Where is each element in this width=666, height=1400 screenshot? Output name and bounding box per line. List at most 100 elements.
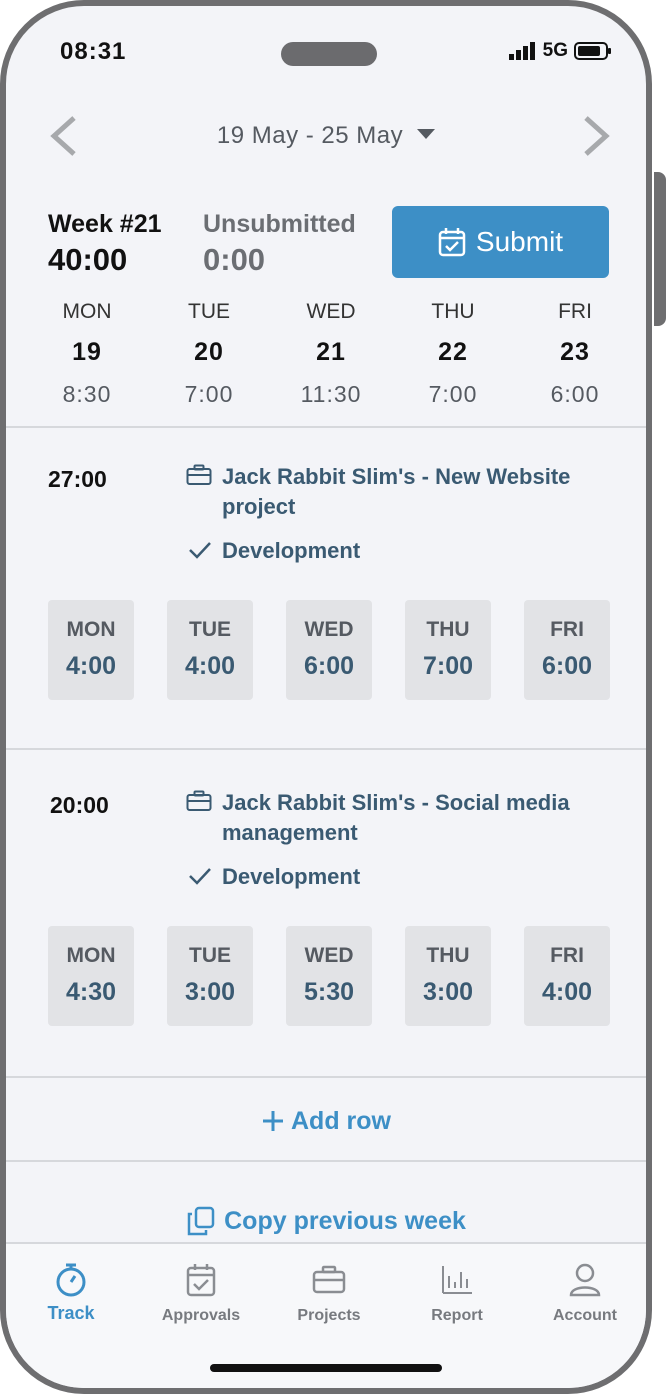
week-number: Week #21 [48, 210, 162, 238]
hours-cell[interactable]: MON 4:30 [48, 926, 134, 1026]
hours-cell[interactable]: WED 5:30 [286, 926, 372, 1026]
cell-day: TUE [189, 944, 231, 967]
hours-cell[interactable]: TUE 3:00 [167, 926, 253, 1026]
tab-label: Report [431, 1307, 483, 1324]
day-name: TUE [188, 300, 230, 323]
signal-icon [508, 42, 535, 60]
entry-total-hours: 27:00 [48, 466, 107, 492]
tab-label: Projects [297, 1307, 361, 1324]
cell-hours: 4:30 [65, 978, 117, 1006]
cell-hours: 3:00 [184, 978, 236, 1006]
hours-cell[interactable]: FRI 4:00 [524, 926, 610, 1026]
calendar-check-icon [186, 1264, 216, 1297]
hours-cell[interactable]: FRI 6:00 [524, 600, 610, 700]
day-hours: 6:00 [550, 381, 600, 407]
day-number: 20 [194, 338, 224, 366]
day-number: 22 [438, 338, 468, 366]
day-number: 23 [560, 338, 590, 366]
tab-label: Approvals [161, 1307, 241, 1324]
check-icon [189, 868, 211, 885]
add-row-label: Add row [291, 1106, 391, 1135]
day-number: 19 [72, 338, 102, 366]
tab-report[interactable]: Report [402, 1262, 512, 1325]
day-number: 21 [316, 338, 346, 366]
day-cells: MON 4:00 TUE 4:00 WED 6:00 THU 7:00 FRI 6:00 [48, 600, 610, 700]
day-column[interactable]: TUE 20 7:00 [148, 300, 270, 408]
home-indicator[interactable] [210, 1364, 442, 1372]
chevron-right-icon[interactable] [576, 114, 616, 158]
battery-icon [574, 42, 611, 60]
copy-previous-week-button[interactable]: Copy previous week [6, 1206, 646, 1236]
week-range-selector[interactable]: 19 May - 25 May [6, 122, 646, 150]
hours-cell[interactable]: MON 4:00 [48, 600, 134, 700]
cell-day: THU [426, 618, 470, 641]
cell-day: WED [304, 618, 354, 641]
divider [6, 1076, 646, 1078]
day-hours: 11:30 [300, 381, 362, 407]
dynamic-island [281, 42, 377, 66]
tab-projects[interactable]: Projects [274, 1262, 384, 1325]
week-summary: Week #21 40:00 Unsubmitted 0:00 Submit [6, 206, 646, 286]
task-name: Development [222, 538, 361, 563]
time-entry[interactable]: 20:00 Jack Rabbit Slim's - Social media … [6, 752, 646, 1072]
hours-cell[interactable]: THU 7:00 [405, 600, 491, 700]
week-navigator: 19 May - 25 May [6, 110, 646, 160]
day-column[interactable]: FRI 23 6:00 [514, 300, 636, 408]
cell-day: WED [304, 944, 354, 967]
side-button [654, 172, 666, 326]
week-total-hours: 40:00 [48, 242, 128, 277]
cell-day: FRI [550, 944, 584, 967]
cell-hours: 6:00 [303, 652, 355, 680]
cell-hours: 4:00 [65, 652, 117, 680]
plus-icon [263, 1111, 283, 1132]
phone-frame: 08:31 5G 19 May - 25 May Week #21 40:00 … [0, 0, 652, 1394]
project-name: Jack Rabbit Slim's - Social media manage… [222, 790, 570, 845]
network-label: 5G [542, 40, 568, 61]
check-icon [189, 542, 211, 559]
cell-hours: 5:30 [303, 978, 355, 1006]
hours-cell[interactable]: TUE 4:00 [167, 600, 253, 700]
submit-button[interactable]: Submit [392, 206, 609, 278]
bar-chart-icon [442, 1266, 472, 1294]
cell-day: MON [66, 944, 116, 967]
stopwatch-icon [56, 1263, 86, 1297]
copy-icon [187, 1207, 215, 1236]
divider [6, 748, 646, 750]
project-name: Jack Rabbit Slim's - New Website project [222, 464, 571, 519]
status-bar: 08:31 5G [6, 6, 646, 102]
entry-total-hours: 20:00 [50, 792, 109, 818]
cell-hours: 3:00 [422, 978, 474, 1006]
user-icon [569, 1263, 601, 1297]
hours-cell[interactable]: THU 3:00 [405, 926, 491, 1026]
calendar-check-icon [438, 228, 466, 257]
day-name: MON [62, 300, 112, 323]
task-name: Development [222, 864, 361, 889]
unsubmitted-label: Unsubmitted [203, 210, 356, 238]
day-name: WED [306, 300, 356, 323]
cell-day: FRI [550, 618, 584, 641]
day-column[interactable]: THU 22 7:00 [392, 300, 514, 408]
copy-previous-label: Copy previous week [224, 1206, 466, 1235]
cell-day: THU [426, 944, 470, 967]
tab-label: Track [47, 1303, 95, 1323]
day-column[interactable]: MON 19 8:30 [26, 300, 148, 408]
day-name: THU [431, 300, 475, 323]
cell-hours: 4:00 [541, 978, 593, 1006]
day-column[interactable]: WED 21 11:30 [270, 300, 392, 408]
day-hours: 7:00 [428, 381, 478, 407]
briefcase-icon [312, 1265, 346, 1294]
cell-hours: 4:00 [184, 652, 236, 680]
status-indicators: 5G [508, 40, 612, 62]
tab-account[interactable]: Account [530, 1262, 640, 1325]
time-entry[interactable]: 27:00 Jack Rabbit Slim's - New Website p… [6, 426, 646, 746]
add-row-button[interactable]: Add row [6, 1106, 646, 1136]
tab-approvals[interactable]: Approvals [146, 1262, 256, 1325]
cell-day: TUE [189, 618, 231, 641]
tab-label: Account [553, 1307, 617, 1324]
cell-hours: 7:00 [422, 652, 474, 680]
hours-cell[interactable]: WED 6:00 [286, 600, 372, 700]
briefcase-icon [186, 464, 212, 485]
submit-label: Submit [475, 226, 564, 257]
briefcase-icon [186, 790, 212, 811]
tab-track[interactable]: Track [16, 1262, 126, 1324]
